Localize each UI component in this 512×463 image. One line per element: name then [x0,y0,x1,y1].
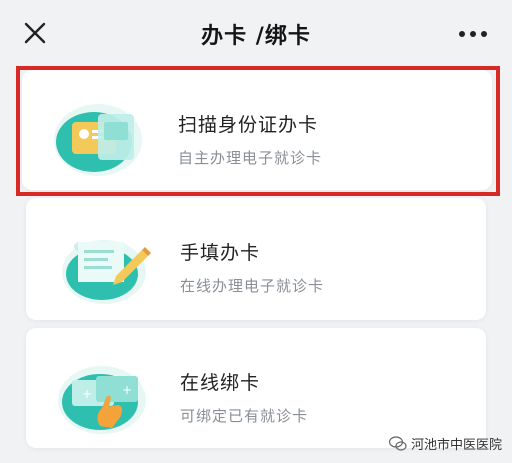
svg-text:+: + [122,383,132,397]
card-title: 在线绑卡 [180,372,261,394]
card-text: 在线绑卡 可绑定已有就诊卡 [180,368,308,426]
top-bar: 办卡 /绑卡 [0,0,512,62]
more-button[interactable] [456,22,490,46]
card-title: 扫描身份证办卡 [178,114,319,136]
svg-text:+: + [82,387,92,401]
id-card-scan-icon [46,92,150,178]
card-subtitle: 可绑定已有就诊卡 [180,407,309,425]
scan-id-card-option[interactable]: 扫描身份证办卡 自主办理电子就诊卡 [22,70,492,190]
manual-fill-option[interactable]: 手填办卡 在线办理电子就诊卡 [26,198,486,320]
card-bind-hand-icon: + + [50,350,154,436]
card-text: 扫描身份证办卡 自主办理电子就诊卡 [178,110,322,168]
card-subtitle: 在线办理电子就诊卡 [180,277,325,295]
watermark-text: 河池市中医医院 [410,438,502,453]
watermark: 河池市中医医院 [388,434,502,453]
form-pen-icon [50,220,154,306]
card-title: 手填办卡 [180,242,261,264]
online-bind-option[interactable]: + + 在线绑卡 可绑定已有就诊卡 [26,328,486,448]
card-text: 手填办卡 在线办理电子就诊卡 [180,238,324,296]
page-title: 办卡 /绑卡 [201,24,311,49]
wechat-logo-icon [388,435,407,451]
card-subtitle: 自主办理电子就诊卡 [178,149,323,167]
more-dots-icon [459,31,487,37]
